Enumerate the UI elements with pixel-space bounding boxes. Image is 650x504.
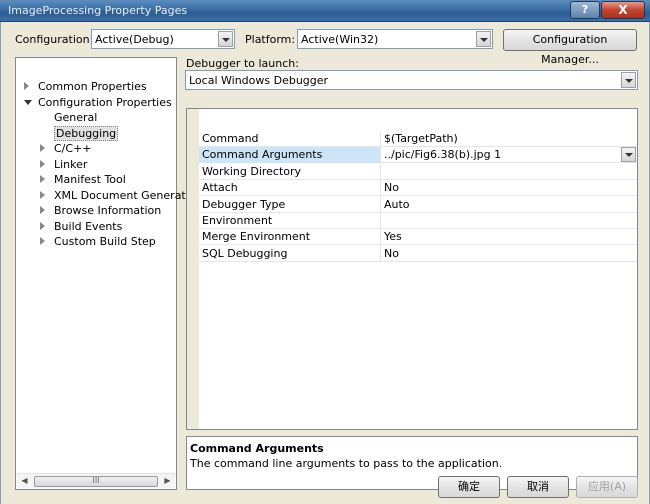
property-name: Command (199, 131, 381, 147)
collapsed-arrow-icon[interactable] (40, 206, 45, 214)
collapsed-arrow-icon[interactable] (40, 159, 45, 168)
title-bar: ImageProcessing Property Pages ? X (0, 0, 650, 22)
collapsed-arrow-icon[interactable] (40, 190, 45, 199)
help-button[interactable]: ? (570, 1, 600, 19)
description-title: Command Arguments (190, 442, 324, 455)
property-value[interactable]: Yes (381, 229, 637, 245)
scroll-left-icon[interactable]: ◀ (17, 474, 32, 489)
property-grid[interactable]: Command $(TargetPath) Command Arguments ../… (186, 108, 638, 430)
tree-item-label: Configuration Properties (38, 95, 172, 109)
platform-value: Active(Win32) (301, 33, 379, 46)
chevron-down-icon[interactable] (218, 31, 233, 47)
property-value[interactable]: No (381, 246, 637, 262)
tree-item[interactable]: Build Events (16, 219, 176, 234)
configuration-manager-button[interactable]: Configuration Manager... (503, 29, 637, 66)
tree-item-label: C/C++ (54, 142, 92, 155)
platform-label: Platform: (245, 33, 296, 46)
property-value[interactable]: ../pic/Fig6.38(b).jpg 1 (381, 147, 637, 163)
scroll-right-icon[interactable]: ▶ (160, 474, 175, 489)
chevron-down-icon[interactable] (476, 31, 491, 47)
apply-button[interactable]: 应用(A) (576, 476, 638, 498)
dialog-body: Configuration: Active(Debug) Platform: A… (0, 22, 650, 504)
tree-horizontal-scrollbar[interactable]: ◀ III ▶ (17, 473, 175, 488)
tree-item-label: General (54, 111, 98, 124)
close-button[interactable]: X (601, 1, 645, 19)
tree-item[interactable]: Linker (16, 157, 176, 172)
tree-item[interactable]: C/C++ (16, 141, 176, 156)
chevron-down-icon[interactable] (621, 72, 636, 88)
property-name: SQL Debugging (199, 245, 381, 262)
property-name: Working Directory (199, 163, 381, 180)
property-description: Command Arguments The command line argum… (186, 436, 638, 490)
debugger-select[interactable]: Local Windows Debugger (185, 70, 638, 90)
property-value[interactable]: $(TargetPath) (381, 131, 637, 147)
description-text: The command line arguments to pass to th… (190, 457, 503, 470)
debugger-value: Local Windows Debugger (189, 74, 329, 87)
grid-gutter (187, 109, 199, 429)
collapsed-arrow-icon[interactable] (40, 175, 45, 183)
tree-item[interactable]: Manifest Tool (16, 172, 176, 187)
property-name: Debugger Type (199, 196, 381, 213)
property-row[interactable]: Working Directory (199, 163, 637, 180)
property-value[interactable]: No (381, 180, 637, 196)
tree-item[interactable]: Configuration Properties (16, 95, 176, 110)
tree-item[interactable]: Browse Information (16, 203, 176, 218)
property-name: Command Arguments (199, 147, 381, 164)
tree-item-label: Debugging (54, 125, 119, 141)
configuration-label: Configuration: (15, 33, 94, 46)
property-row[interactable]: Command Arguments ../pic/Fig6.38(b).jpg 1 (199, 147, 637, 164)
debugger-label: Debugger to launch: (186, 57, 299, 70)
collapsed-arrow-icon[interactable] (40, 221, 45, 230)
tree-item[interactable]: Common Properties (16, 79, 176, 94)
expanded-arrow-icon[interactable] (24, 99, 32, 105)
collapsed-arrow-icon[interactable] (40, 237, 45, 245)
property-name: Merge Environment (199, 229, 381, 246)
tree-item-label: Linker (54, 157, 88, 171)
tree-item-label: XML Document Generator (54, 188, 197, 202)
tree-item-label: Build Events (54, 219, 123, 233)
property-row[interactable]: Attach No (199, 180, 637, 197)
property-name: Environment (199, 213, 381, 229)
collapsed-arrow-icon[interactable] (24, 82, 29, 90)
property-row[interactable]: Command $(TargetPath) (199, 131, 637, 147)
tree-item-label: Browse Information (54, 204, 162, 217)
tree-item[interactable]: Debugging (16, 125, 176, 141)
tree-item-label: Custom Build Step (54, 235, 156, 248)
property-row[interactable]: Environment (199, 213, 637, 229)
configuration-select[interactable]: Active(Debug) (91, 29, 235, 49)
tree-item-label: Common Properties (38, 80, 147, 93)
collapsed-arrow-icon[interactable] (40, 144, 45, 152)
ok-button[interactable]: 确定 (438, 476, 500, 498)
platform-select[interactable]: Active(Win32) (297, 29, 493, 49)
property-value[interactable] (381, 213, 637, 229)
tree-item[interactable]: General (16, 110, 176, 125)
window-title: ImageProcessing Property Pages (8, 4, 188, 17)
tree-item[interactable]: XML Document Generator (16, 188, 197, 203)
cancel-button[interactable]: 取消 (507, 476, 569, 498)
property-row[interactable]: SQL Debugging No (199, 245, 637, 262)
scrollbar-thumb[interactable]: III (34, 476, 158, 487)
property-row[interactable]: Merge Environment Yes (199, 229, 637, 246)
chevron-down-icon[interactable] (621, 147, 636, 163)
configuration-value: Active(Debug) (95, 33, 174, 46)
property-row[interactable]: Debugger Type Auto (199, 196, 637, 213)
property-tree[interactable]: Custom Build Step Build Events Browse Info… (15, 57, 197, 490)
property-name: Attach (199, 180, 381, 197)
tree-item-label: Manifest Tool (54, 173, 126, 186)
property-value[interactable]: Auto (381, 197, 637, 213)
tree-item[interactable]: Custom Build Step (16, 234, 176, 249)
property-value[interactable] (381, 164, 637, 180)
